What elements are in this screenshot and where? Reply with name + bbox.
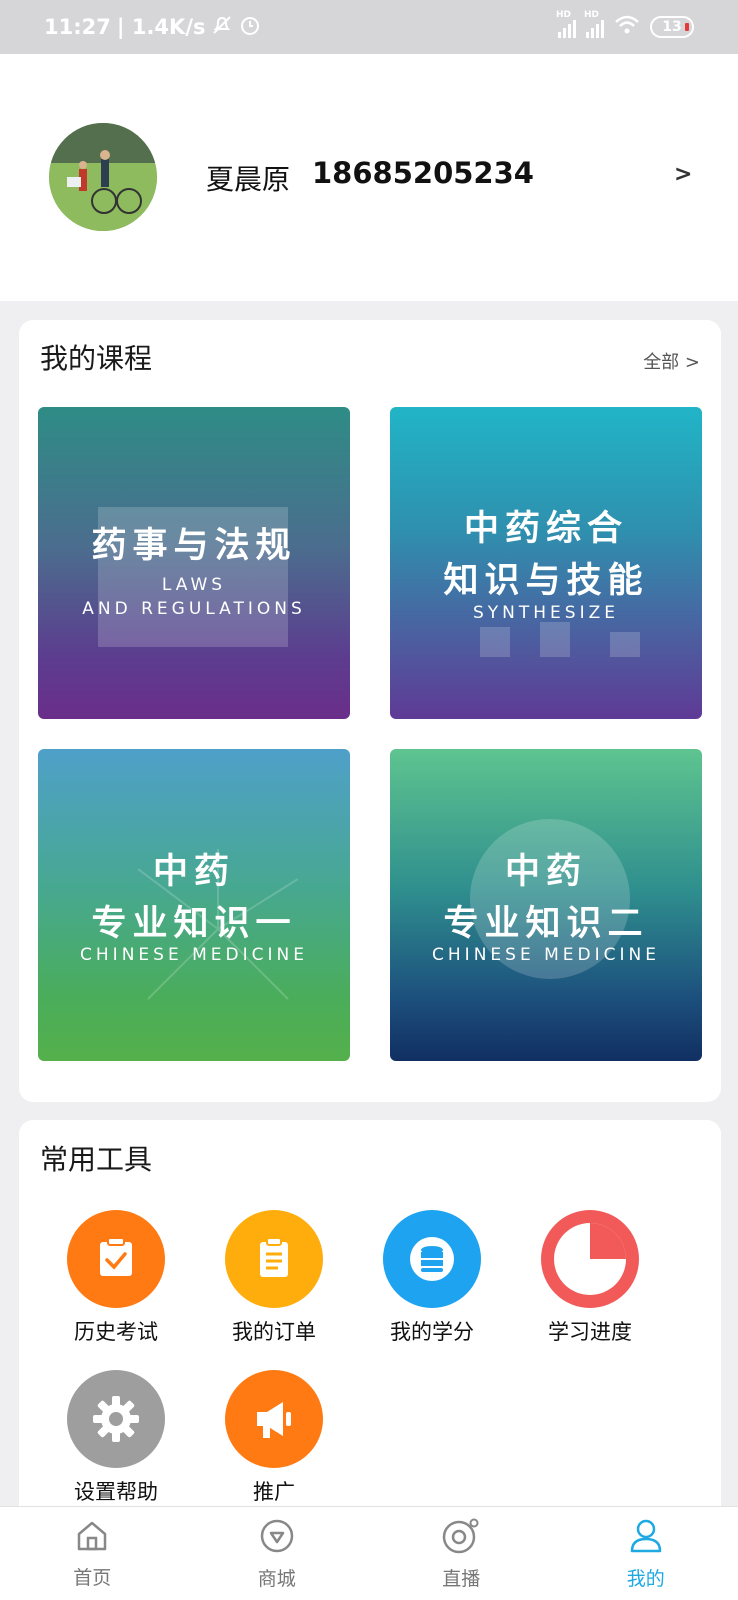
tool-label: 我的订单 bbox=[232, 1320, 316, 1344]
order-icon bbox=[225, 1210, 323, 1308]
mute-icon bbox=[211, 14, 233, 41]
tab-live[interactable]: 直播 bbox=[369, 1507, 554, 1600]
credit-icon bbox=[383, 1210, 481, 1308]
shop-icon bbox=[259, 1518, 295, 1558]
alarm-icon bbox=[239, 14, 261, 41]
profile-icon bbox=[628, 1518, 664, 1558]
signal-icon: HD bbox=[584, 10, 604, 38]
course-title: 知识与技能 bbox=[443, 561, 649, 601]
tab-mine[interactable]: 我的 bbox=[554, 1507, 738, 1600]
tab-label: 直播 bbox=[442, 1568, 481, 1590]
course-title: 中药 bbox=[152, 852, 235, 892]
profile-header[interactable]: 夏晨原 18685205234 > bbox=[0, 54, 738, 301]
tool-my-orders[interactable]: 我的订单 bbox=[209, 1210, 339, 1346]
megaphone-icon bbox=[225, 1370, 323, 1468]
status-time: 11:27 bbox=[44, 15, 111, 39]
battery-indicator: 13 bbox=[650, 16, 694, 38]
course-title: 中药综合 bbox=[463, 509, 628, 549]
tab-label: 首页 bbox=[73, 1567, 112, 1589]
chevron-right-icon[interactable]: > bbox=[674, 162, 692, 187]
course-card-synthesize[interactable]: 中药综合 知识与技能 SYNTHESIZE bbox=[390, 407, 702, 719]
tab-label: 我的 bbox=[626, 1568, 665, 1590]
course-card-medicine-2[interactable]: 中药 专业知识二 CHINESE MEDICINE bbox=[390, 749, 702, 1061]
live-icon bbox=[441, 1518, 481, 1558]
phone-number: 18685205234 bbox=[312, 156, 534, 190]
course-title: 中药 bbox=[504, 852, 587, 892]
home-icon bbox=[75, 1519, 109, 1557]
gear-icon bbox=[67, 1370, 165, 1468]
tool-my-credits[interactable]: 我的学分 bbox=[367, 1210, 497, 1346]
course-subtitle: AND REGULATIONS bbox=[82, 599, 306, 619]
common-tools-card: 常用工具 历史考试 我的订单 我的学分 学习进度 设置帮助 推广 bbox=[19, 1120, 721, 1520]
course-title: 专业知识一 bbox=[91, 904, 297, 944]
course-title: 专业知识二 bbox=[443, 904, 649, 944]
course-card-laws[interactable]: 药事与法规 LAWS AND REGULATIONS bbox=[38, 407, 350, 719]
tab-label: 商城 bbox=[257, 1568, 296, 1590]
tool-label: 我的学分 bbox=[390, 1320, 474, 1344]
tool-label: 历史考试 bbox=[74, 1320, 158, 1344]
course-card-medicine-1[interactable]: 中药 专业知识一 CHINESE MEDICINE bbox=[38, 749, 350, 1061]
bottom-tab-bar: 首页 商城 直播 我的 bbox=[0, 1506, 738, 1600]
username: 夏晨原 bbox=[206, 163, 291, 196]
tool-study-progress[interactable]: 学习进度 bbox=[525, 1210, 655, 1346]
tool-exam-history[interactable]: 历史考试 bbox=[51, 1210, 181, 1346]
view-all-link[interactable]: 全部 > bbox=[643, 348, 700, 374]
tool-label: 推广 bbox=[253, 1480, 295, 1504]
course-subtitle: CHINESE MEDICINE bbox=[80, 945, 308, 965]
status-bar: 11:27 | 1.4K/s HD HD 13 bbox=[0, 0, 738, 54]
progress-icon bbox=[541, 1210, 639, 1308]
tool-label: 学习进度 bbox=[548, 1320, 632, 1344]
avatar[interactable] bbox=[49, 123, 157, 231]
course-title: 药事与法规 bbox=[91, 526, 297, 566]
tool-promote[interactable]: 推广 bbox=[209, 1370, 339, 1506]
signal-icon: HD bbox=[556, 10, 576, 38]
section-title-courses: 我的课程 bbox=[40, 342, 153, 375]
tool-settings-help[interactable]: 设置帮助 bbox=[51, 1370, 181, 1506]
course-subtitle: SYNTHESIZE bbox=[473, 603, 619, 623]
tab-shop[interactable]: 商城 bbox=[185, 1507, 370, 1600]
tab-home[interactable]: 首页 bbox=[0, 1507, 185, 1600]
exam-history-icon bbox=[67, 1210, 165, 1308]
section-title-tools: 常用工具 bbox=[40, 1143, 153, 1176]
status-net-speed: | 1.4K/s bbox=[116, 15, 206, 39]
tool-label: 设置帮助 bbox=[74, 1480, 158, 1504]
course-subtitle: CHINESE MEDICINE bbox=[432, 945, 660, 965]
my-courses-card: 我的课程 全部 > 药事与法规 LAWS AND REGULATIONS 中药综… bbox=[19, 320, 721, 1102]
wifi-icon bbox=[614, 15, 640, 40]
course-subtitle: LAWS bbox=[161, 575, 227, 595]
